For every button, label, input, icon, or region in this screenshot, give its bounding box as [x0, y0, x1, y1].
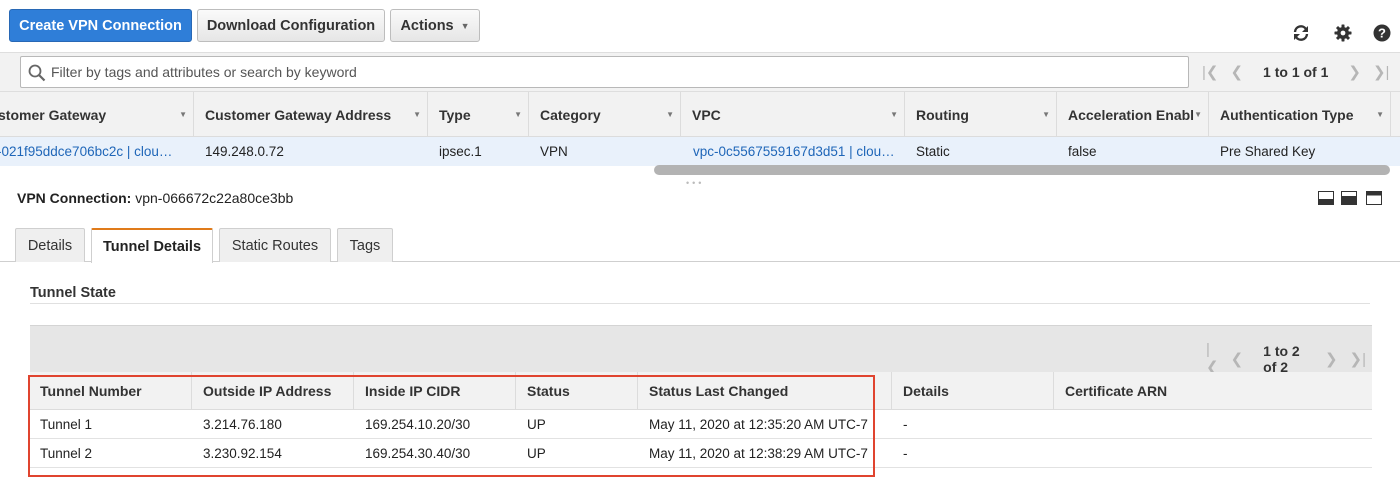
table-row[interactable]: Tunnel 2 3.230.92.154 169.254.30.40/30 U…	[30, 439, 1372, 468]
column-header-customer-gateway-address[interactable]: Customer Gateway Address ▼	[194, 92, 428, 137]
layout-top-pane-icon[interactable]	[1366, 191, 1382, 205]
detail-title-value: vpn-066672c22a80ce3bb	[135, 190, 294, 206]
acceleration-enabled-cell: false	[1068, 144, 1097, 159]
gear-icon[interactable]	[1332, 22, 1354, 44]
refresh-icon[interactable]	[1290, 22, 1312, 44]
tab-details[interactable]: Details	[15, 228, 85, 262]
sort-chevron-icon: ▼	[1194, 110, 1202, 119]
create-vpn-connection-button[interactable]: Create VPN Connection	[9, 9, 192, 42]
sort-chevron-icon: ▼	[413, 110, 421, 119]
cell-value: -021f95ddce706bc2c | clou…	[0, 144, 173, 159]
column-header-label: Type	[439, 106, 471, 123]
column-header-label: Acceleration Enable	[1068, 106, 1194, 123]
sort-chevron-icon: ▼	[1042, 110, 1050, 119]
details-cell: -	[903, 417, 908, 432]
routing-cell: Static	[916, 144, 950, 159]
layout-split-pane-icon[interactable]	[1341, 191, 1357, 205]
search-input[interactable]	[51, 62, 1171, 82]
column-header-label: stomer Gateway	[0, 106, 107, 123]
pagination-text: 1 to 1 of 1	[1263, 64, 1329, 80]
toolbar: Create VPN Connection Download Configura…	[0, 0, 1400, 52]
customer-gateway-link[interactable]: -021f95ddce706bc2c | clou…	[0, 137, 192, 166]
column-header-authentication-type[interactable]: Authentication Type ▼	[1209, 92, 1391, 137]
next-page-icon[interactable]: ❯	[1325, 350, 1338, 368]
status-last-changed-cell: May 11, 2020 at 12:38:29 AM UTC-7	[649, 446, 868, 461]
tunnel-number-cell: Tunnel 2	[40, 446, 93, 461]
layout-bottom-pane-icon[interactable]	[1318, 191, 1334, 205]
chevron-down-icon: ▼	[460, 20, 470, 31]
sort-chevron-icon: ▼	[890, 110, 898, 119]
pagination-text: 1 to 2 of 2	[1263, 342, 1300, 375]
column-header-type[interactable]: Type ▼	[428, 92, 529, 137]
outside-ip-cell: 3.214.76.180	[203, 417, 282, 432]
column-header-label: Category	[540, 106, 601, 123]
customer-gateway-address-cell: 149.248.0.72	[205, 144, 284, 159]
sort-chevron-icon: ▼	[514, 110, 522, 119]
table-row-selected[interactable]: -021f95ddce706bc2c | clou… 149.248.0.72 …	[0, 137, 1400, 166]
previous-page-icon[interactable]: ❮	[1231, 350, 1244, 368]
detail-title-label: VPN Connection:	[17, 190, 132, 206]
column-header-acceleration-enabled[interactable]: Acceleration Enable ▼	[1057, 92, 1209, 137]
filter-bar: |❮ ❮ 1 to 1 of 1 ❯ ❯|	[0, 52, 1400, 92]
column-header-status[interactable]: Status	[516, 372, 638, 410]
tunnel-table-toolbar: |❮ ❮ 1 to 2 of 2 ❯ ❯|	[30, 325, 1372, 376]
first-page-icon[interactable]: |❮	[1206, 341, 1219, 376]
table-row[interactable]: Tunnel 1 3.214.76.180 169.254.10.20/30 U…	[30, 410, 1372, 439]
outside-ip-cell: 3.230.92.154	[203, 446, 282, 461]
tab-static-routes[interactable]: Static Routes	[219, 228, 331, 262]
column-header-routing[interactable]: Routing ▼	[905, 92, 1057, 137]
status-last-changed-cell: May 11, 2020 at 12:35:20 AM UTC-7	[649, 417, 868, 432]
search-icon	[28, 64, 46, 85]
inside-ip-cidr-cell: 169.254.30.40/30	[365, 446, 471, 461]
details-cell: -	[903, 446, 908, 461]
tab-tunnel-details[interactable]: Tunnel Details	[91, 228, 213, 263]
category-cell: VPN	[540, 144, 568, 159]
actions-label: Actions	[400, 17, 454, 34]
column-header-tunnel-number[interactable]: Tunnel Number	[30, 372, 192, 410]
column-header-category[interactable]: Category ▼	[529, 92, 681, 137]
tab-tags[interactable]: Tags	[337, 228, 393, 262]
vpc-link[interactable]: vpc-0c5567559167d3d51 | clou…	[693, 137, 901, 166]
actions-dropdown-button[interactable]: Actions ▼	[390, 9, 480, 42]
column-header-label: Authentication Type	[1220, 106, 1354, 123]
previous-page-icon[interactable]: ❮	[1230, 63, 1243, 81]
status-cell: UP	[527, 446, 546, 461]
last-page-icon[interactable]: ❯|	[1350, 350, 1366, 368]
last-page-icon[interactable]: ❯|	[1373, 63, 1389, 81]
column-header-label: Routing	[916, 106, 969, 123]
pane-resize-handle-icon[interactable]: •••	[686, 178, 704, 188]
tunnel-table-header: Tunnel Number Outside IP Address Inside …	[30, 372, 1372, 410]
detail-title: VPN Connection: vpn-066672c22a80ce3bb	[17, 190, 293, 206]
column-header-certificate-arn[interactable]: Certificate ARN	[1054, 372, 1372, 410]
tunnel-number-cell: Tunnel 1	[40, 417, 93, 432]
status-cell: UP	[527, 417, 546, 432]
pagination: |❮ ❮ 1 to 1 of 1 ❯ ❯|	[1196, 63, 1395, 81]
detail-tabs: Details Tunnel Details Static Routes Tag…	[0, 228, 1400, 263]
horizontal-scrollbar[interactable]	[654, 165, 1390, 175]
vpn-connections-table-header: stomer Gateway ▼ Customer Gateway Addres…	[0, 92, 1400, 137]
column-header-vpc[interactable]: VPC ▼	[681, 92, 905, 137]
search-box[interactable]	[20, 56, 1189, 88]
column-header-label: VPC	[692, 106, 721, 123]
svg-text:?: ?	[1378, 26, 1386, 41]
pagination: |❮ ❮ 1 to 2 of 2 ❯ ❯|	[1200, 341, 1372, 376]
download-configuration-button[interactable]: Download Configuration	[197, 9, 385, 42]
column-header-inside-ip-cidr[interactable]: Inside IP CIDR	[354, 372, 516, 410]
column-header-outside-ip-address[interactable]: Outside IP Address	[192, 372, 354, 410]
authentication-type-cell: Pre Shared Key	[1220, 144, 1316, 159]
next-page-icon[interactable]: ❯	[1348, 63, 1361, 81]
column-header-label: Customer Gateway Address	[205, 106, 392, 123]
column-header-status-last-changed[interactable]: Status Last Changed	[638, 372, 892, 410]
section-title: Tunnel State	[30, 285, 116, 301]
sort-chevron-icon: ▼	[1376, 110, 1384, 119]
column-header-customer-gateway[interactable]: stomer Gateway ▼	[0, 92, 194, 137]
help-icon[interactable]: ?	[1371, 22, 1393, 44]
type-cell: ipsec.1	[439, 144, 482, 159]
sort-chevron-icon: ▼	[179, 110, 187, 119]
section-divider	[30, 303, 1370, 304]
inside-ip-cidr-cell: 169.254.10.20/30	[365, 417, 471, 432]
first-page-icon[interactable]: |❮	[1202, 63, 1218, 81]
sort-chevron-icon: ▼	[666, 110, 674, 119]
column-header-details[interactable]: Details	[892, 372, 1054, 410]
